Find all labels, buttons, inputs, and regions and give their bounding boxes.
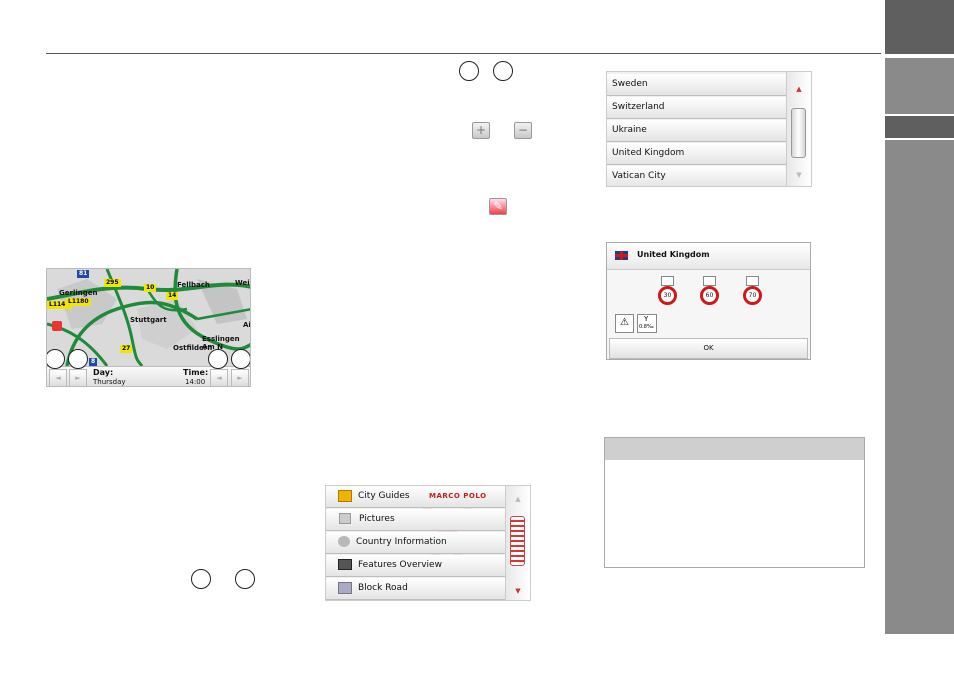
day-label: Day: bbox=[93, 368, 114, 377]
dialog-title: United Kingdom bbox=[637, 250, 710, 259]
road-number: L1180 bbox=[66, 298, 91, 306]
menu-item-pictures[interactable]: Pictures bbox=[326, 509, 508, 531]
traffic-forecast-map: 81 295 10 14 L1141 L1180 27 8 Gerlingen … bbox=[46, 268, 251, 387]
urban-road-icon bbox=[661, 276, 674, 286]
country-list-item[interactable]: Vatican City bbox=[607, 166, 789, 186]
menu-item-city-guides[interactable]: City Guides MARCO POLO bbox=[326, 486, 508, 508]
callout-circle bbox=[231, 349, 250, 369]
chapter-tab-body bbox=[885, 140, 954, 634]
scroll-thumb[interactable] bbox=[510, 516, 525, 566]
note-box-header bbox=[605, 438, 864, 460]
header-rule bbox=[46, 53, 881, 54]
map-place-label: Gerlingen bbox=[59, 289, 98, 297]
road-number: 81 bbox=[77, 270, 90, 278]
country-list-item[interactable]: Switzerland bbox=[607, 97, 789, 119]
country-list-item[interactable]: United Kingdom bbox=[607, 143, 789, 165]
menu-scrollbar[interactable]: ▲ ▼ bbox=[505, 486, 530, 600]
scroll-down-button[interactable]: ▼ bbox=[506, 582, 530, 600]
country-information-icon bbox=[338, 536, 350, 547]
country-scrollbar[interactable]: ▲ ▼ bbox=[786, 72, 811, 186]
country-list: Sweden Switzerland Ukraine United Kingdo… bbox=[606, 71, 812, 187]
menu-item-label: Block Road bbox=[358, 583, 408, 593]
traffic-info-icon: ✎ bbox=[489, 198, 507, 215]
chapter-tab-2[interactable] bbox=[885, 58, 954, 114]
country-list-item[interactable]: Ukraine bbox=[607, 120, 789, 142]
glass-icon: Y bbox=[644, 315, 649, 323]
day-forward-button[interactable]: ► bbox=[69, 369, 87, 386]
road-number: 295 bbox=[104, 279, 121, 287]
zoom-in-icon: + bbox=[472, 122, 490, 139]
traffic-warning-icon bbox=[52, 321, 62, 331]
callout-circle bbox=[68, 349, 88, 369]
scroll-up-button[interactable]: ▲ bbox=[787, 80, 811, 98]
rural-road-icon bbox=[703, 276, 716, 286]
marco-polo-logo: MARCO POLO bbox=[429, 492, 487, 500]
zoom-out-icon: − bbox=[514, 122, 532, 139]
day-back-button[interactable]: ◄ bbox=[49, 369, 67, 386]
alcohol-limit-icon: Y 0.8‰ bbox=[637, 314, 657, 333]
callout-circle bbox=[208, 349, 228, 369]
map-place-label: Fellbach bbox=[177, 281, 210, 289]
menu-item-label: Features Overview bbox=[358, 560, 442, 570]
callout-circle bbox=[493, 61, 513, 81]
road-number: 14 bbox=[166, 292, 179, 300]
callout-circle bbox=[47, 349, 65, 369]
day-value: Thursday bbox=[93, 378, 126, 386]
callout-circle bbox=[191, 569, 211, 589]
map-place-label: Ai bbox=[243, 321, 251, 329]
road-number: 27 bbox=[120, 345, 133, 353]
menu-item-country-information[interactable]: Country Information bbox=[326, 532, 508, 554]
callout-circle bbox=[459, 61, 479, 81]
scroll-up-button[interactable]: ▲ bbox=[506, 490, 530, 508]
map-place-label: Stuttgart bbox=[130, 316, 167, 324]
speed-limit-motorway: 70 bbox=[743, 286, 762, 305]
speed-limit-rural: 60 bbox=[700, 286, 719, 305]
menu-item-features-overview[interactable]: Features Overview bbox=[326, 555, 508, 577]
extras-menu-list: X City Guides MARCO POLO Pictures Countr… bbox=[325, 485, 531, 601]
warning-triangle-icon: ⚠ bbox=[615, 314, 634, 333]
map-time-bar: ◄ ► Day: Thursday Time: 14:00 ◄ ► bbox=[47, 366, 250, 386]
city-guides-icon bbox=[338, 489, 352, 502]
chapter-tab-top[interactable] bbox=[885, 0, 954, 54]
chapter-tab-active[interactable] bbox=[885, 116, 954, 138]
road-number: 8 bbox=[89, 358, 98, 366]
time-back-button[interactable]: ◄ bbox=[210, 369, 228, 386]
ok-button[interactable]: OK bbox=[609, 338, 808, 359]
country-list-item[interactable]: Sweden bbox=[607, 74, 789, 96]
menu-item-label: City Guides bbox=[358, 491, 410, 501]
scroll-down-button[interactable]: ▼ bbox=[787, 166, 811, 184]
time-forward-button[interactable]: ► bbox=[231, 369, 249, 386]
country-info-dialog: United Kingdom 30 60 70 ⚠ Y 0.8‰ OK bbox=[606, 242, 811, 360]
scroll-thumb[interactable] bbox=[791, 108, 806, 158]
time-value: 14:00 bbox=[185, 378, 206, 386]
block-road-icon bbox=[338, 581, 352, 594]
motorway-icon bbox=[746, 276, 759, 286]
time-label: Time: bbox=[183, 368, 209, 377]
note-box bbox=[604, 437, 865, 568]
menu-item-label: Country Information bbox=[356, 537, 447, 547]
uk-flag-icon bbox=[615, 251, 628, 260]
road-number: 10 bbox=[144, 284, 157, 292]
speed-limit-urban: 30 bbox=[658, 286, 677, 305]
features-overview-icon bbox=[338, 559, 352, 570]
menu-item-block-road[interactable]: Block Road bbox=[326, 578, 508, 600]
dialog-header: United Kingdom bbox=[607, 243, 810, 270]
pictures-icon bbox=[339, 513, 351, 524]
menu-item-label: Pictures bbox=[359, 514, 395, 524]
callout-circle bbox=[235, 569, 255, 589]
map-place-label: Wei bbox=[235, 279, 250, 287]
alcohol-limit-value: 0.8‰ bbox=[639, 324, 654, 330]
